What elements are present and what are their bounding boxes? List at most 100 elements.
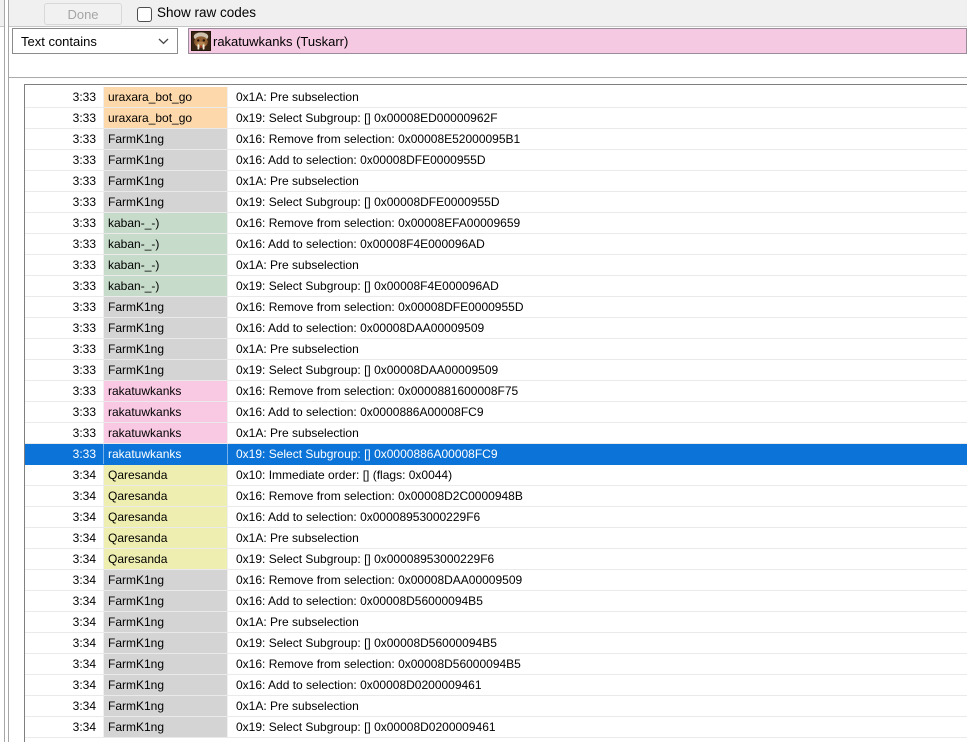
log-row[interactable]: 3:33 rakatuwkanks 0x16: Add to selection… (25, 402, 967, 423)
log-row-time: 3:33 (25, 192, 104, 212)
log-row[interactable]: 3:33 rakatuwkanks 0x16: Remove from sele… (25, 381, 967, 402)
log-row-action: 0x16: Add to selection: 0x00008953000229… (236, 510, 481, 524)
log-row-time: 3:34 (25, 570, 104, 590)
log-row[interactable]: 3:34 FarmK1ng 0x19: Select Subgroup: [] … (25, 633, 967, 654)
log-row-action: 0x1A: Pre subselection (236, 258, 359, 272)
log-row-action: 0x19: Select Subgroup: [] 0x000089530002… (236, 552, 495, 566)
log-row-time: 3:34 (25, 507, 104, 527)
log-row-action: 0x16: Add to selection: 0x0000886A00008F… (236, 405, 484, 419)
log-row[interactable]: 3:33 FarmK1ng 0x19: Select Subgroup: [] … (25, 192, 967, 213)
done-button[interactable]: Done (44, 3, 122, 25)
panel-splitter[interactable] (4, 0, 9, 742)
log-row[interactable]: 3:33 rakatuwkanks 0x19: Select Subgroup:… (25, 444, 967, 465)
log-row-player: uraxara_bot_go (104, 108, 228, 128)
log-row-action: 0x19: Select Subgroup: [] 0x0000886A0000… (236, 447, 498, 461)
log-row-player: FarmK1ng (104, 297, 228, 317)
log-row-action: 0x16: Remove from selection: 0x00008E520… (236, 132, 521, 146)
log-row[interactable]: 3:33 kaban-_-) 0x19: Select Subgroup: []… (25, 276, 967, 297)
log-row[interactable]: 3:34 FarmK1ng 0x16: Add to selection: 0x… (25, 675, 967, 696)
log-row-action: 0x16: Add to selection: 0x00008F4E000096… (236, 237, 485, 251)
log-row[interactable]: 3:33 kaban-_-) 0x1A: Pre subselection (25, 255, 967, 276)
log-row-player: FarmK1ng (104, 696, 228, 716)
log-row[interactable]: 3:34 FarmK1ng 0x16: Remove from selectio… (25, 654, 967, 675)
log-row-action: 0x19: Select Subgroup: [] 0x00008D020000… (236, 720, 496, 734)
log-row-player: FarmK1ng (104, 570, 228, 590)
log-row-action: 0x16: Remove from selection: 0x00008DFE0… (236, 300, 524, 314)
log-row[interactable]: 3:34 FarmK1ng 0x19: Select Subgroup: [] … (25, 717, 967, 738)
log-row-player: FarmK1ng (104, 150, 228, 170)
log-row-time: 3:34 (25, 696, 104, 716)
log-row[interactable]: 3:34 Qaresanda 0x19: Select Subgroup: []… (25, 549, 967, 570)
log-row-action: 0x1A: Pre subselection (236, 342, 359, 356)
toolbar: Done Show raw codes (0, 0, 967, 27)
filter-operator-value: Text contains (21, 33, 97, 49)
log-row[interactable]: 3:34 Qaresanda 0x10: Immediate order: []… (25, 465, 967, 486)
log-row-action: 0x19: Select Subgroup: [] 0x00008DFE0000… (236, 195, 500, 209)
log-row[interactable]: 3:34 FarmK1ng 0x16: Remove from selectio… (25, 570, 967, 591)
log-rows-container: 3:33 uraxara_bot_go 0x1A: Pre subselecti… (25, 87, 967, 738)
log-row-player: FarmK1ng (104, 129, 228, 149)
log-row-player: FarmK1ng (104, 339, 228, 359)
log-row[interactable]: 3:33 uraxara_bot_go 0x19: Select Subgrou… (25, 108, 967, 129)
log-row-action: 0x10: Immediate order: [] (flags: 0x0044… (236, 468, 453, 482)
log-row-player: rakatuwkanks (104, 423, 228, 443)
log-row[interactable]: 3:33 FarmK1ng 0x16: Add to selection: 0x… (25, 150, 967, 171)
log-row-player: FarmK1ng (104, 717, 228, 737)
log-row-action: 0x16: Add to selection: 0x00008D02000094… (236, 678, 482, 692)
log-row[interactable]: 3:34 FarmK1ng 0x16: Add to selection: 0x… (25, 591, 967, 612)
log-row[interactable]: 3:34 Qaresanda 0x16: Add to selection: 0… (25, 507, 967, 528)
tuskarr-hero-icon (191, 31, 211, 51)
log-row-time: 3:33 (25, 360, 104, 380)
log-row[interactable]: 3:34 Qaresanda 0x16: Remove from selecti… (25, 486, 967, 507)
log-row-action: 0x1A: Pre subselection (236, 615, 359, 629)
log-row[interactable]: 3:33 FarmK1ng 0x16: Remove from selectio… (25, 297, 967, 318)
log-row-time: 3:33 (25, 297, 104, 317)
log-row-time: 3:34 (25, 486, 104, 506)
log-row-player: FarmK1ng (104, 675, 228, 695)
action-log-table: 3:33 uraxara_bot_go 0x1A: Pre subselecti… (24, 84, 967, 742)
filter-operator-select[interactable]: Text contains (12, 28, 178, 54)
log-row-action: 0x1A: Pre subselection (236, 531, 359, 545)
log-row-player: kaban-_-) (104, 234, 228, 254)
log-row[interactable]: 3:34 FarmK1ng 0x1A: Pre subselection (25, 612, 967, 633)
log-row[interactable]: 3:33 rakatuwkanks 0x1A: Pre subselection (25, 423, 967, 444)
log-row-action: 0x16: Remove from selection: 0x00008EFA0… (236, 216, 521, 230)
log-row-time: 3:33 (25, 402, 104, 422)
log-row[interactable]: 3:33 FarmK1ng 0x16: Remove from selectio… (25, 129, 967, 150)
log-row-time: 3:33 (25, 423, 104, 443)
log-row-time: 3:34 (25, 633, 104, 653)
log-row-time: 3:33 (25, 318, 104, 338)
log-row-time: 3:33 (25, 87, 104, 107)
log-row-time: 3:33 (25, 108, 104, 128)
log-row-player: rakatuwkanks (104, 381, 228, 401)
log-row-player: FarmK1ng (104, 591, 228, 611)
log-row-time: 3:33 (25, 129, 104, 149)
log-row[interactable]: 3:34 Qaresanda 0x1A: Pre subselection (25, 528, 967, 549)
log-row-player: FarmK1ng (104, 318, 228, 338)
log-row[interactable]: 3:33 FarmK1ng 0x1A: Pre subselection (25, 171, 967, 192)
log-row-player: Qaresanda (104, 465, 228, 485)
log-row-player: FarmK1ng (104, 192, 228, 212)
log-row-time: 3:33 (25, 150, 104, 170)
log-row-time: 3:34 (25, 717, 104, 737)
filter-value-field[interactable]: rakatuwkanks (Tuskarr) (188, 28, 967, 54)
log-row-player: FarmK1ng (104, 360, 228, 380)
log-row[interactable]: 3:33 FarmK1ng 0x16: Add to selection: 0x… (25, 318, 967, 339)
log-row[interactable]: 3:33 FarmK1ng 0x19: Select Subgroup: [] … (25, 360, 967, 381)
log-row-time: 3:34 (25, 654, 104, 674)
log-row-action: 0x19: Select Subgroup: [] 0x00008DAA0000… (236, 363, 499, 377)
log-row[interactable]: 3:33 uraxara_bot_go 0x1A: Pre subselecti… (25, 87, 967, 108)
log-row-time: 3:33 (25, 339, 104, 359)
log-row-player: Qaresanda (104, 528, 228, 548)
log-row[interactable]: 3:33 kaban-_-) 0x16: Add to selection: 0… (25, 234, 967, 255)
log-row-player: FarmK1ng (104, 612, 228, 632)
log-row[interactable]: 3:33 kaban-_-) 0x16: Remove from selecti… (25, 213, 967, 234)
log-row-player: FarmK1ng (104, 171, 228, 191)
log-row-time: 3:33 (25, 171, 104, 191)
log-row-player: Qaresanda (104, 486, 228, 506)
log-row[interactable]: 3:34 FarmK1ng 0x1A: Pre subselection (25, 696, 967, 717)
log-row[interactable]: 3:33 FarmK1ng 0x1A: Pre subselection (25, 339, 967, 360)
log-row-action: 0x1A: Pre subselection (236, 90, 359, 104)
show-raw-codes-checkbox[interactable] (137, 7, 152, 22)
log-row-player: kaban-_-) (104, 213, 228, 233)
